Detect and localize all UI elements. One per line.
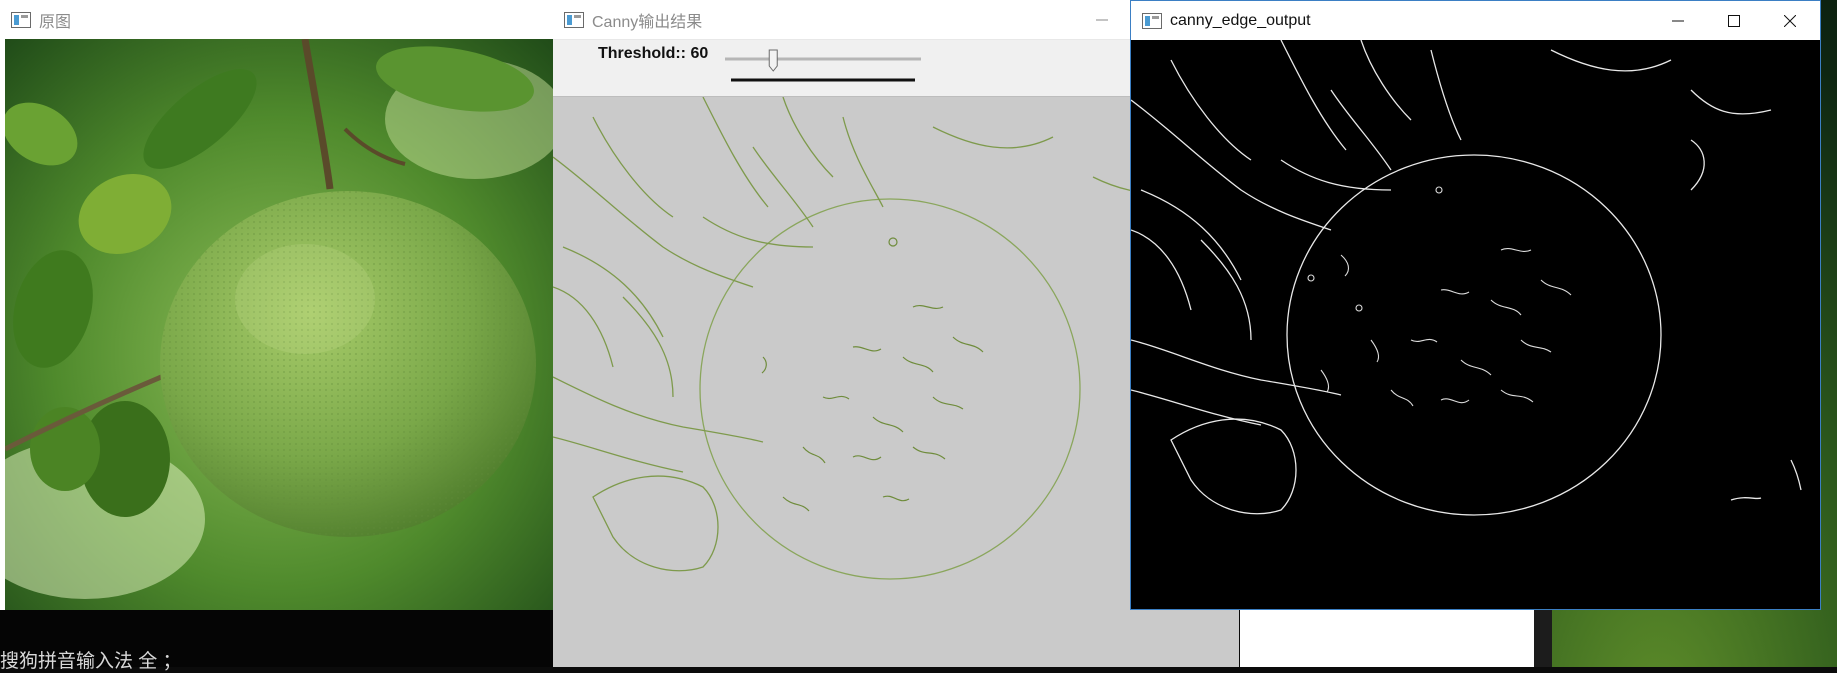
close-button[interactable] [1762,1,1818,40]
close-icon [1784,14,1796,27]
threshold-slider[interactable] [725,44,921,84]
original-image-window[interactable]: 原图 [0,0,553,610]
background-window-fragment [1240,605,1534,667]
canny-edge-canvas [1131,39,1820,609]
original-image [0,38,553,610]
maximize-button[interactable] [1706,1,1762,40]
window-app-icon [564,11,584,28]
threshold-label: Threshold:: 60 [598,45,709,62]
maximize-icon [1728,14,1740,27]
original-window-titlebar[interactable]: 原图 [0,0,553,39]
slider-thumb[interactable] [768,49,778,72]
edge-window-title: canny_edge_output [1170,11,1311,29]
edge-output-window[interactable]: canny_edge_output [1130,0,1821,610]
ime-status-text: 搜狗拼音输入法 全 ； [0,651,182,672]
edge-window-titlebar[interactable]: canny_edge_output [1131,1,1820,40]
minimize-icon [1672,20,1684,21]
minimize-icon [1096,19,1108,20]
minimize-button[interactable] [1074,0,1130,39]
window-app-icon [11,11,31,28]
minimize-button[interactable] [1650,1,1706,40]
canny-window-title: Canny输出结果 [592,13,703,31]
background-window-edge [1534,605,1552,667]
window-app-icon [1142,12,1162,29]
original-window-title: 原图 [39,13,72,31]
